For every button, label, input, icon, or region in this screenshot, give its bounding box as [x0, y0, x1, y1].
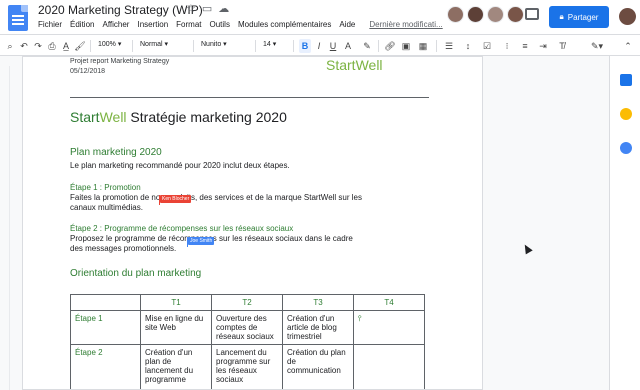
text-color-icon[interactable]: A [343, 39, 353, 53]
paragraph: des messages promotionnels. [70, 244, 177, 253]
clear-format-icon[interactable]: T̸ [556, 39, 568, 53]
document-heading: StartWell Stratégie marketing 2020 [70, 109, 287, 125]
menu-tools[interactable]: Outils [210, 20, 230, 29]
vertical-ruler [0, 66, 10, 390]
align-icon[interactable]: ☰ [442, 39, 456, 53]
calendar-icon[interactable] [620, 74, 632, 86]
comments-icon[interactable] [525, 8, 539, 20]
collapse-icon[interactable]: ⌃ [622, 39, 634, 53]
menu-format[interactable]: Format [176, 20, 201, 29]
avatar[interactable] [507, 6, 524, 23]
collaborator-avatars [447, 6, 524, 23]
step-heading: Étape 1 : Promotion [70, 183, 141, 192]
avatar[interactable] [467, 6, 484, 23]
menu-help[interactable]: Aide [339, 20, 355, 29]
app-header: 2020 Marketing Strategy (WIP) ☆ ▭ ☁ Fich… [0, 0, 640, 34]
table-header-row: T1 T2 T3 T4 [70, 294, 425, 311]
table-cell[interactable]: Création d'un plan de lancement du progr… [140, 344, 212, 389]
table-cell[interactable] [353, 344, 425, 389]
undo-icon[interactable]: ↶ [18, 39, 30, 53]
document-page[interactable]: Projet report Marketing Strategy 05/12/2… [22, 56, 483, 390]
bulleted-list-icon[interactable]: ⁝ [500, 39, 514, 53]
indent-icon[interactable]: ⇥ [536, 39, 550, 53]
zoom-select[interactable]: 100% ▾ [98, 40, 121, 48]
section-heading: Plan marketing 2020 [70, 147, 162, 158]
collaborator-cursor-label: Ken Blocher [160, 195, 192, 203]
header-divider [70, 97, 429, 98]
document-title[interactable]: 2020 Marketing Strategy (WIP) [38, 3, 203, 17]
last-edit-link[interactable]: Dernière modificati... [369, 20, 442, 29]
formatting-toolbar: ⌕ ↶ ↷ ⎙ A̲ 🖌︎ 100% ▾ Normal ▾ Nunito ▾ 1… [0, 34, 640, 56]
table-header-cell[interactable]: T2 [211, 294, 283, 311]
line-spacing-icon[interactable]: ↕ [462, 39, 474, 53]
avatar[interactable] [447, 6, 464, 23]
docs-logo-icon[interactable] [8, 5, 28, 31]
section-heading: Orientation du plan marketing [70, 268, 202, 279]
table-cell[interactable]: ⫯ [353, 310, 425, 345]
editing-mode-icon[interactable]: ✎▾ [590, 39, 604, 53]
table-row-label[interactable]: Étape 1 [70, 310, 141, 345]
table-cell[interactable]: Création du plan de communication [282, 344, 354, 389]
paragraph: Le plan marketing recommandé pour 2020 i… [70, 161, 290, 170]
keep-icon[interactable] [620, 108, 632, 120]
menu-addons[interactable]: Modules complémentaires [238, 20, 331, 29]
header-date: 05/12/2018 [70, 68, 106, 75]
redo-icon[interactable]: ↷ [32, 39, 44, 53]
cloud-status-icon: ☁ [218, 3, 230, 15]
table-header-cell[interactable]: T4 [353, 294, 425, 311]
print-icon[interactable]: ⎙ [46, 39, 58, 53]
paragraph: canaux multimédias. [70, 203, 143, 212]
font-size-select[interactable]: 14 ▾ [263, 40, 276, 48]
table-cell[interactable] [70, 294, 141, 311]
numbered-list-icon[interactable]: ≡ [518, 39, 532, 53]
table-cell[interactable]: Lancement du programme sur les réseaux s… [211, 344, 283, 389]
text-cursor-icon: ⫯ [358, 314, 362, 323]
table-header-cell[interactable]: T1 [140, 294, 212, 311]
spellcheck-icon[interactable]: A̲ [60, 39, 72, 53]
account-avatar[interactable] [619, 8, 636, 25]
italic-icon[interactable]: I [314, 39, 324, 53]
menu-file[interactable]: Fichier [38, 20, 62, 29]
underline-icon[interactable]: U [328, 39, 338, 53]
header-text: Projet report Marketing Strategy [70, 58, 170, 65]
header-logo: StartWell [326, 57, 383, 73]
search-menus-icon[interactable]: ⌕ [4, 39, 16, 53]
checklist-icon[interactable]: ☑ [480, 39, 494, 53]
plan-table[interactable]: T1 T2 T3 T4 Étape 1 Mise en ligne du sit… [70, 294, 425, 389]
side-panel [609, 56, 640, 390]
menu-insert[interactable]: Insertion [137, 20, 168, 29]
collaborator-cursor-label: Joe Smith [188, 237, 215, 245]
paragraph: Faites la promotion de nos produits, des… [70, 193, 362, 202]
tasks-icon[interactable] [620, 142, 632, 154]
table-header-cell[interactable]: T3 [282, 294, 354, 311]
font-select[interactable]: Nunito ▾ [201, 40, 227, 48]
menu-edit[interactable]: Édition [70, 20, 94, 29]
table-row-label[interactable]: Étape 2 [70, 344, 141, 389]
table-cell[interactable]: Mise en ligne du site Web [140, 310, 212, 345]
lock-icon: 🔒︎ [559, 12, 564, 21]
step-heading: Étape 2 : Programme de récompenses sur l… [70, 224, 294, 233]
paint-format-icon[interactable]: 🖌︎ [74, 39, 86, 53]
insert-image-icon[interactable]: ▦ [416, 39, 430, 53]
move-folder-icon[interactable]: ▭ [202, 2, 212, 15]
table-cell[interactable]: Création d'un article de blog trimestrie… [282, 310, 354, 345]
table-cell[interactable]: Ouverture des comptes de réseaux sociaux [211, 310, 283, 345]
share-label: Partager [567, 12, 599, 22]
style-select[interactable]: Normal ▾ [140, 40, 168, 48]
mouse-pointer-icon [521, 242, 533, 255]
menu-view[interactable]: Afficher [102, 20, 129, 29]
link-icon[interactable]: 🔗︎ [384, 39, 396, 53]
highlight-icon[interactable]: ✎ [362, 39, 372, 53]
star-icon[interactable]: ☆ [186, 2, 196, 15]
collaborator-cursor [159, 195, 160, 205]
menu-bar: Fichier Édition Afficher Insertion Forma… [38, 20, 443, 29]
table-row: Étape 1 Mise en ligne du site Web Ouvert… [70, 310, 425, 345]
bold-icon[interactable]: B [299, 39, 311, 53]
add-comment-icon[interactable]: ▣ [400, 39, 412, 53]
table-row: Étape 2 Création d'un plan de lancement … [70, 344, 425, 389]
avatar[interactable] [487, 6, 504, 23]
collaborator-cursor [187, 237, 188, 247]
share-button[interactable]: 🔒︎ Partager [549, 6, 609, 28]
